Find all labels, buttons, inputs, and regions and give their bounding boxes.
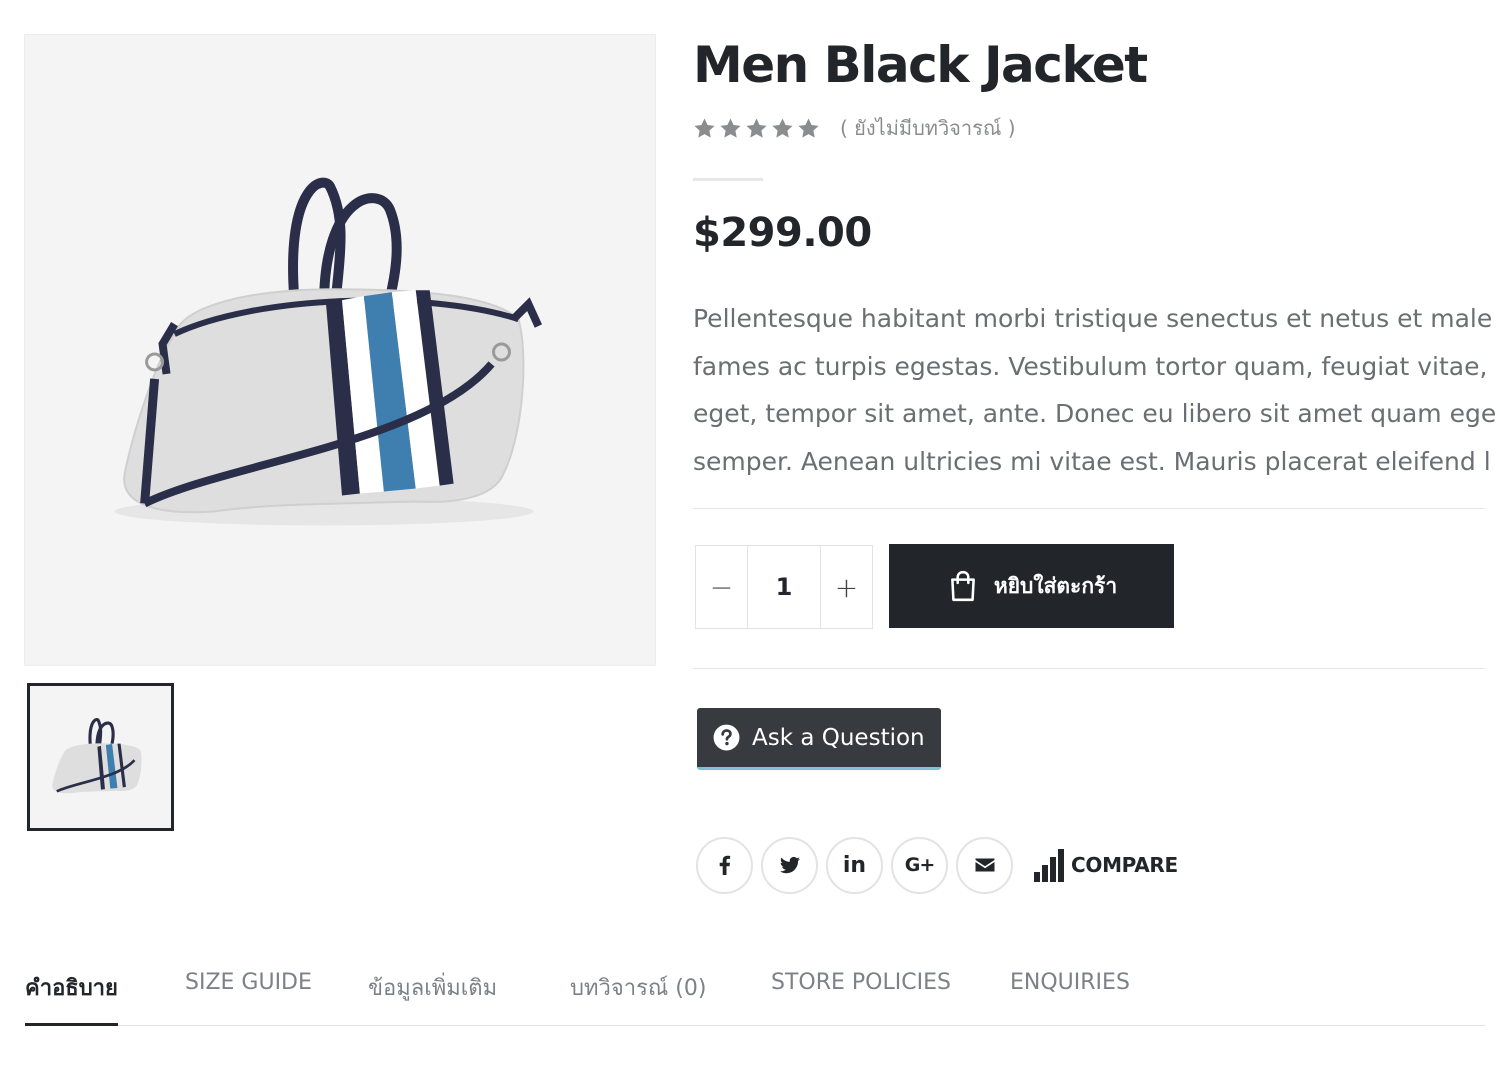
rating-row: ( ยังไม่มีบทวิจารณ์ ) [693,112,1016,144]
ask-question-label: Ask a Question [752,724,925,751]
tab-additional-information[interactable]: ข้อมูลเพิ่มเติม [368,970,497,1026]
shopping-bag-icon [950,570,975,602]
add-to-cart-button[interactable]: หยิบใส่ตะกร้า [889,544,1174,628]
ask-question-button[interactable]: Ask a Question [697,708,941,770]
quantity-stepper: − + [695,545,873,629]
share-email-button[interactable] [956,836,1013,894]
description-line: fames ac turpis egestas. Vestibulum tort… [693,351,1488,381]
product-short-description: Pellentesque habitant morbi tristique se… [693,295,1500,485]
description-line: eget, tempor sit amet, ante. Donec eu li… [693,399,1497,428]
product-thumbnail[interactable] [27,683,174,831]
quantity-input[interactable] [747,546,821,628]
tab-size-guide[interactable]: SIZE GUIDE [185,970,312,1026]
quantity-minus-button[interactable]: − [696,546,747,628]
tab-store-policies[interactable]: STORE POLICIES [771,970,951,1026]
star-icon [694,117,715,138]
twitter-icon [779,856,800,874]
star-icon [798,117,819,138]
tab-enquiries[interactable]: ENQUIRIES [1010,970,1130,1026]
compare-label: COMPARE [1071,853,1178,877]
compare-button[interactable]: COMPARE [1033,848,1178,882]
share-linkedin-button[interactable]: in [826,836,883,894]
envelope-icon [975,858,994,872]
product-summary: Men Black Jacket ( ยังไม่มีบทวิจารณ์ ) $… [693,0,1500,920]
tab-description[interactable]: คำอธิบาย [25,970,118,1026]
review-count-link[interactable]: ( ยังไม่มีบทวิจารณ์ ) [840,112,1016,144]
linkedin-icon: in [842,852,867,878]
share-twitter-button[interactable] [761,836,818,894]
share-links: in G+ COMPARE [696,836,1178,894]
description-line: Pellentesque habitant morbi tristique se… [693,304,1493,333]
product-main-image[interactable] [24,34,656,666]
quantity-plus-button[interactable]: + [821,546,872,628]
description-line: semper. Aenean ultricies mi vitae est. M… [693,446,1491,476]
duffel-bag-illustration [25,35,655,665]
product-price: $299.00 [693,210,872,256]
share-facebook-button[interactable] [696,836,753,894]
title-divider [693,178,763,181]
googleplus-icon: G+ [904,854,935,876]
duffel-bag-thumbnail-illustration [30,686,171,828]
divider [693,508,1485,509]
product-tabs: คำอธิบาย SIZE GUIDE ข้อมูลเพิ่มเติม บทวิ… [25,960,1485,1026]
add-to-cart-label: หยิบใส่ตะกร้า [993,573,1118,598]
bar-chart-icon [1034,849,1064,882]
star-icon [772,117,793,138]
facebook-icon [719,855,730,875]
question-circle-icon [713,724,740,751]
star-icon [720,117,741,138]
divider [693,668,1485,669]
star-rating [693,117,820,140]
product-title: Men Black Jacket [693,36,1148,94]
share-googleplus-button[interactable]: G+ [891,836,948,894]
star-icon [746,117,767,138]
tab-reviews[interactable]: บทวิจารณ์ (0) [570,970,706,1026]
